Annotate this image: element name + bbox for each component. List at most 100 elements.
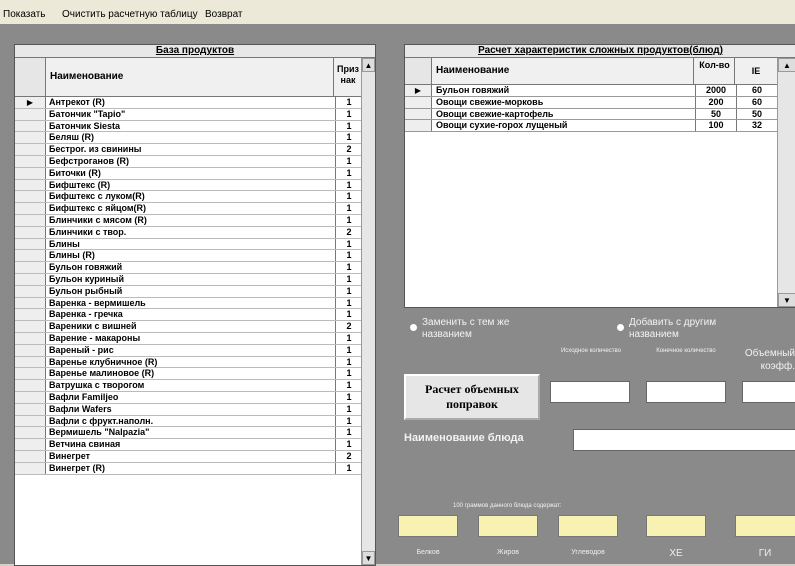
product-name-cell[interactable]: Вафли Familjeo [49,392,333,403]
dish-item-gi-cell[interactable]: 32 [736,120,777,132]
product-flag-cell[interactable]: 1 [335,250,362,262]
product-name-cell[interactable]: Варенка - вермишель [49,298,333,309]
col-header-gi[interactable]: IE [736,58,776,84]
row-indicator[interactable] [15,262,46,273]
row-indicator[interactable] [15,273,46,285]
table-row[interactable]: Варенье малиновое (R) 1 [15,368,362,381]
row-indicator[interactable] [15,120,46,132]
product-flag-cell[interactable]: 1 [335,191,362,203]
row-indicator[interactable] [15,344,46,356]
product-name-cell[interactable]: Ватрушка с творогом [49,380,333,391]
table-row[interactable]: Вафли Wafers 1 [15,403,361,416]
product-name-cell[interactable]: Вафли Wafers [49,404,333,415]
row-indicator[interactable] [15,214,46,226]
table-row[interactable]: Овощи свежие-морковь 200 60 [405,96,795,109]
table-row[interactable]: Винегрет (R) 1 [15,462,361,475]
product-flag-cell[interactable]: 2 [335,226,362,238]
product-flag-cell[interactable]: 1 [335,273,362,285]
table-row[interactable]: Варение - макароны 1 [15,332,362,345]
product-name-cell[interactable]: Блины (R) [49,250,333,261]
product-flag-cell[interactable]: 1 [335,332,362,344]
table-row[interactable]: Бульон куриный 1 [15,273,362,286]
product-name-cell[interactable]: Блинчики с мясом (R) [49,215,333,226]
product-name-cell[interactable]: Блинчики с твор. [49,227,333,238]
table-row[interactable]: Овощи свежие-картофель 50 50 [405,108,795,121]
product-flag-cell[interactable]: 1 [335,309,362,321]
row-indicator[interactable] [15,332,46,344]
product-flag-cell[interactable]: 1 [335,120,362,132]
product-name-cell[interactable]: Вареный - рис [49,345,333,356]
table-row[interactable]: Бульон рыбный 1 [15,285,361,298]
product-name-cell[interactable]: Бифштекс (R) [49,180,333,191]
menu-back[interactable]: Возврат [205,9,243,20]
product-name-cell[interactable]: Вареники с вишней [49,321,333,332]
dish-item-gi-cell[interactable]: 50 [736,108,777,120]
product-flag-cell[interactable]: 1 [335,262,362,273]
product-name-cell[interactable]: Блины [49,239,333,250]
row-indicator[interactable] [15,439,46,450]
end-qty-input[interactable] [646,381,726,403]
product-flag-cell[interactable]: 1 [335,356,362,368]
table-row[interactable]: Варенка - вермишель 1 [15,297,361,310]
table-row[interactable]: ▶ Бульон говяжий 2000 60 [405,85,795,97]
table-row[interactable]: ▶ Антрекот (R) 1 [15,97,361,109]
product-flag-cell[interactable]: 1 [335,132,362,144]
row-indicator[interactable] [15,462,46,474]
product-name-cell[interactable]: Биточки (R) [49,168,333,179]
product-name-cell[interactable]: Бефстроганов (R) [49,156,333,167]
row-indicator[interactable] [15,297,46,309]
product-flag-cell[interactable]: 1 [335,391,362,403]
table-row[interactable]: Варенка - гречка 1 [15,309,362,322]
row-indicator[interactable] [15,250,46,262]
row-indicator[interactable] [15,321,46,332]
table-row[interactable]: Блины 1 [15,238,361,251]
calc-volume-corrections-button[interactable]: Расчет объемных поправок [404,374,540,420]
table-row[interactable]: Блинчики с твор. 2 [15,226,362,239]
product-name-cell[interactable]: Бульон рыбный [49,286,333,297]
table-row[interactable]: Блины (R) 1 [15,250,362,263]
dish-item-qty-cell[interactable]: 100 [695,120,736,132]
row-indicator[interactable] [15,179,46,191]
dish-item-qty-cell[interactable]: 50 [695,108,736,120]
row-indicator[interactable] [15,415,46,427]
row-indicator[interactable] [15,427,46,439]
row-indicator[interactable] [15,155,46,167]
product-name-cell[interactable]: Вермишель "Nalpazia" [49,427,333,438]
product-name-cell[interactable]: Винегрет (R) [49,463,333,474]
products-grid[interactable]: База продуктов Наименование Приз нак ▶ Ан… [14,44,376,566]
row-indicator[interactable] [15,380,46,391]
scroll-up-icon[interactable]: ▲ [362,58,375,72]
product-flag-cell[interactable]: 2 [335,144,362,155]
menu-show[interactable]: Показать [3,9,46,20]
row-indicator[interactable] [15,450,46,462]
product-name-cell[interactable]: Варенье клубничное (R) [49,357,333,368]
table-row[interactable]: Бефстроганов (R) 1 [15,155,362,168]
product-flag-cell[interactable]: 1 [335,179,362,191]
dish-item-gi-cell[interactable]: 60 [736,85,777,96]
table-row[interactable]: Биточки (R) 1 [15,167,362,180]
dish-item-name-cell[interactable]: Овощи сухие-горох лущеный [436,120,694,131]
product-flag-cell[interactable]: 1 [335,167,362,179]
row-indicator[interactable] [15,203,46,214]
scroll-down-icon[interactable]: ▼ [362,551,375,565]
row-indicator[interactable] [15,191,46,203]
row-indicator[interactable] [15,167,46,179]
product-flag-cell[interactable]: 1 [335,368,362,380]
table-row[interactable]: Вареники с вишней 2 [15,321,361,333]
dish-item-qty-cell[interactable]: 2000 [695,85,736,96]
product-flag-cell[interactable]: 1 [335,108,362,120]
table-row[interactable]: Бифштекс с яйцом(R) 1 [15,203,361,215]
product-flag-cell[interactable]: 1 [335,439,362,450]
product-flag-cell[interactable]: 1 [335,155,362,167]
product-name-cell[interactable]: Бифштекс с яйцом(R) [49,203,333,214]
dish-item-gi-cell[interactable]: 60 [736,96,777,108]
row-indicator[interactable] [405,120,432,132]
table-row[interactable]: Батончик Siesta 1 [15,120,362,133]
row-indicator[interactable] [15,144,46,155]
coef-input[interactable] [742,381,795,403]
product-name-cell[interactable]: Беляш (R) [49,132,333,143]
product-name-cell[interactable]: Батончик Siesta [49,121,333,132]
table-row[interactable]: Вафли с фрукт.наполн. 1 [15,415,361,428]
row-indicator[interactable] [15,403,46,415]
menu-clear-table[interactable]: Очистить расчетную таблицу [62,9,198,20]
